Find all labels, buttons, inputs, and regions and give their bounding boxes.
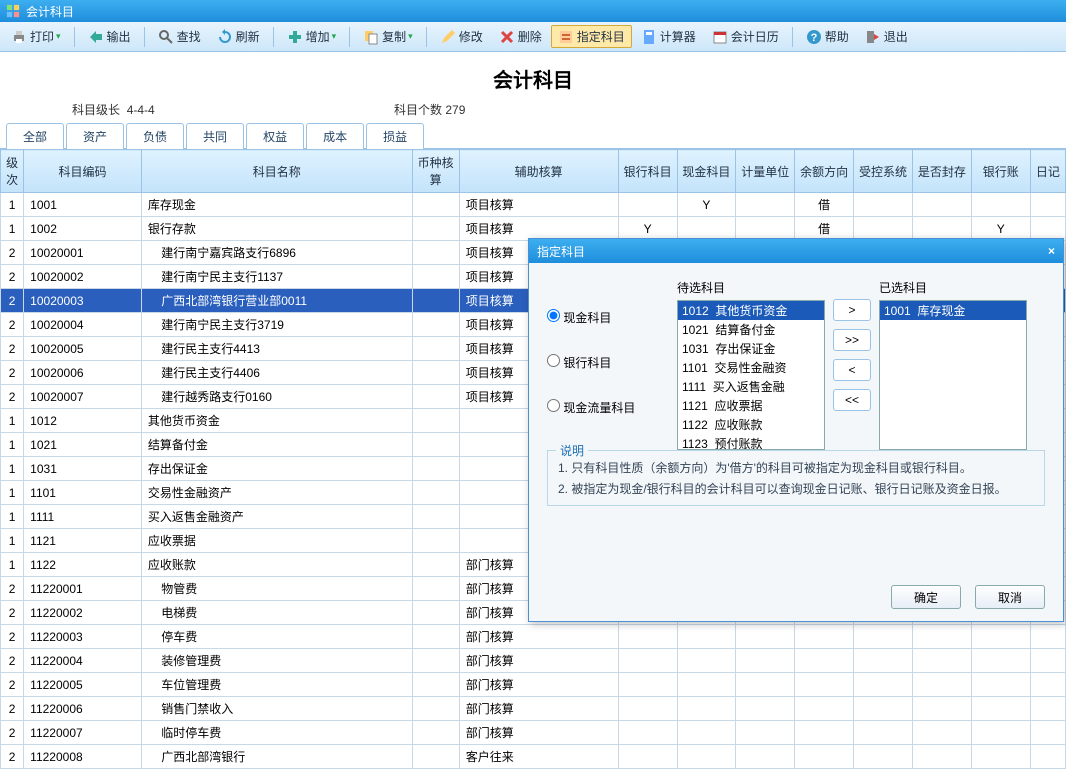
description-box: 说明 1. 只有科目性质（余额方向）为'借方'的科目可被指定为现金科目或银行科目… <box>547 450 1045 506</box>
export-button[interactable]: 输出 <box>81 25 138 48</box>
calendar-button[interactable]: 会计日历 <box>705 25 786 48</box>
tab-5[interactable]: 成本 <box>306 123 364 149</box>
cancel-button[interactable]: 取消 <box>975 585 1045 609</box>
move-all-left-button[interactable]: << <box>833 389 871 411</box>
table-row[interactable]: 11002银行存款项目核算Y借Y <box>1 217 1066 241</box>
list-item[interactable]: 1101 交易性金融资 <box>678 358 824 377</box>
close-icon[interactable]: × <box>1048 244 1055 258</box>
col-code[interactable]: 科目编码 <box>24 150 142 193</box>
find-icon <box>158 29 174 45</box>
calendar-icon <box>712 29 728 45</box>
add-icon <box>287 29 303 45</box>
list-item[interactable]: 1012 其他货币资金 <box>678 301 824 320</box>
delete-icon <box>499 29 515 45</box>
tab-3[interactable]: 共同 <box>186 123 244 149</box>
tab-0[interactable]: 全部 <box>6 123 64 149</box>
col-unit[interactable]: 计量单位 <box>736 150 795 193</box>
window-title: 会计科目 <box>26 3 74 20</box>
print-button[interactable]: 打印▾ <box>4 25 68 48</box>
pending-listbox[interactable]: 1012 其他货币资金1021 结算备付金1031 存出保证金1101 交易性金… <box>677 300 825 450</box>
copy-icon <box>363 29 379 45</box>
radio-bank[interactable]: 银行科目 <box>547 354 677 371</box>
table-row[interactable]: 211220004 装修管理费部门核算 <box>1 649 1066 673</box>
copy-button[interactable]: 复制▾ <box>356 25 420 48</box>
col-system[interactable]: 受控系统 <box>854 150 913 193</box>
calc-button[interactable]: 计算器 <box>634 25 703 48</box>
list-item[interactable]: 1031 存出保证金 <box>678 339 824 358</box>
move-all-right-button[interactable]: >> <box>833 329 871 351</box>
toolbar: 打印▾ 输出 查找 刷新 增加▾ 复制▾ 修改 删除 指定科目 计算器 会计日历… <box>0 22 1066 52</box>
tab-1[interactable]: 资产 <box>66 123 124 149</box>
dialog-title: 指定科目 <box>537 243 585 260</box>
col-diary[interactable]: 日记 <box>1030 150 1065 193</box>
print-icon <box>11 29 27 45</box>
assign-dialog: 指定科目 × 现金科目 银行科目 现金流量科目 待选科目 1012 其他货币资金… <box>528 238 1064 622</box>
summary-bar: 科目级长 4-4-4 科目个数 279 <box>0 101 1066 122</box>
dropdown-icon: ▾ <box>56 31 61 42</box>
help-icon: ? <box>806 29 822 45</box>
exit-icon <box>865 29 881 45</box>
ok-button[interactable]: 确定 <box>891 585 961 609</box>
col-cash[interactable]: 现金科目 <box>677 150 736 193</box>
tabs: 全部资产负债共同权益成本损益 <box>0 122 1066 149</box>
refresh-icon <box>217 29 233 45</box>
dropdown-icon: ▾ <box>408 31 413 42</box>
col-level[interactable]: 级次 <box>1 150 24 193</box>
refresh-button[interactable]: 刷新 <box>210 25 267 48</box>
titlebar: 会计科目 <box>0 0 1066 22</box>
svg-text:?: ? <box>810 32 817 44</box>
col-bankacc[interactable]: 银行账 <box>971 150 1030 193</box>
col-aux[interactable]: 辅助核算 <box>459 150 618 193</box>
col-bank[interactable]: 银行科目 <box>618 150 677 193</box>
calc-icon <box>641 29 657 45</box>
list-item[interactable]: 1021 结算备付金 <box>678 320 824 339</box>
radio-flow[interactable]: 现金流量科目 <box>547 399 677 416</box>
tab-6[interactable]: 损益 <box>366 123 424 149</box>
tab-4[interactable]: 权益 <box>246 123 304 149</box>
move-right-button[interactable]: > <box>833 299 871 321</box>
page-title: 会计科目 <box>0 52 1066 101</box>
col-seal[interactable]: 是否封存 <box>912 150 971 193</box>
list-item[interactable]: 1123 预付账款 <box>678 434 824 450</box>
radio-cash[interactable]: 现金科目 <box>547 309 677 326</box>
move-left-button[interactable]: < <box>833 359 871 381</box>
table-row[interactable]: 211220008 广西北部湾银行客户往来 <box>1 745 1066 769</box>
exit-button[interactable]: 退出 <box>858 25 915 48</box>
selected-label: 已选科目 <box>879 279 1027 296</box>
tab-2[interactable]: 负债 <box>126 123 184 149</box>
dialog-titlebar[interactable]: 指定科目 × <box>529 239 1063 263</box>
edit-icon <box>440 29 456 45</box>
edit-button[interactable]: 修改 <box>433 25 490 48</box>
find-button[interactable]: 查找 <box>151 25 208 48</box>
list-item[interactable]: 1122 应收账款 <box>678 415 824 434</box>
table-row[interactable]: 211220006 销售门禁收入部门核算 <box>1 697 1066 721</box>
dropdown-icon: ▾ <box>332 31 337 42</box>
table-row[interactable]: 211220005 车位管理费部门核算 <box>1 673 1066 697</box>
add-button[interactable]: 增加▾ <box>280 25 344 48</box>
assign-button[interactable]: 指定科目 <box>551 25 632 48</box>
list-item[interactable]: 1111 买入返售金融 <box>678 377 824 396</box>
list-item[interactable]: 1121 应收票据 <box>678 396 824 415</box>
table-row[interactable]: 11001库存现金项目核算Y借 <box>1 193 1066 217</box>
selected-listbox[interactable]: 1001 库存现金 <box>879 300 1027 450</box>
assign-icon <box>558 29 574 45</box>
table-row[interactable]: 211220003 停车费部门核算 <box>1 625 1066 649</box>
col-direction[interactable]: 余额方向 <box>795 150 854 193</box>
delete-button[interactable]: 删除 <box>492 25 549 48</box>
col-name[interactable]: 科目名称 <box>141 150 412 193</box>
col-currency[interactable]: 币种核算 <box>412 150 459 193</box>
radio-group: 现金科目 银行科目 现金流量科目 <box>547 279 677 444</box>
app-icon <box>6 4 20 18</box>
export-icon <box>88 29 104 45</box>
table-row[interactable]: 211220007 临时停车费部门核算 <box>1 721 1066 745</box>
list-item[interactable]: 1001 库存现金 <box>880 301 1026 320</box>
help-button[interactable]: ?帮助 <box>799 25 856 48</box>
pending-label: 待选科目 <box>677 279 825 296</box>
